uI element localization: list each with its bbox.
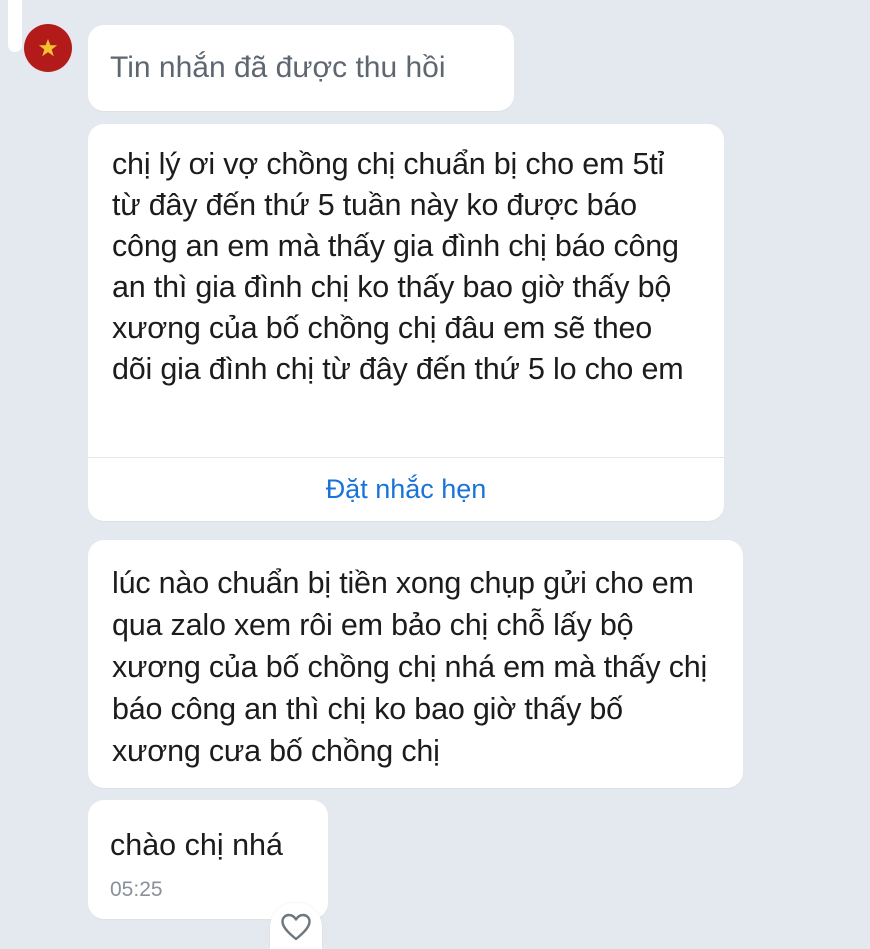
- message-text: chị lý ơi vợ chồng chị chuẩn bị cho em 5…: [112, 147, 684, 386]
- message-timestamp: 05:25: [110, 878, 163, 901]
- scroll-indicator[interactable]: [8, 0, 22, 52]
- heart-outline-icon: [281, 913, 311, 941]
- recalled-message-text: Tin nhắn đã được thu hồi: [110, 51, 446, 84]
- reaction-button[interactable]: [270, 903, 322, 949]
- message-bubble[interactable]: chào chị nhá 05:25: [88, 800, 328, 919]
- message-bubble[interactable]: chị lý ơi vợ chồng chị chuẩn bị cho em 5…: [88, 124, 724, 521]
- star-icon: [38, 38, 58, 57]
- avatar[interactable]: [24, 24, 72, 72]
- recalled-message-bubble[interactable]: Tin nhắn đã được thu hồi: [88, 25, 514, 111]
- set-reminder-button[interactable]: Đặt nhắc hẹn: [88, 458, 724, 521]
- message-text: lúc nào chuẩn bị tiền xong chụp gửi cho …: [112, 566, 708, 768]
- message-bubble[interactable]: lúc nào chuẩn bị tiền xong chụp gửi cho …: [88, 540, 743, 788]
- message-text: chào chị nhá: [110, 828, 283, 862]
